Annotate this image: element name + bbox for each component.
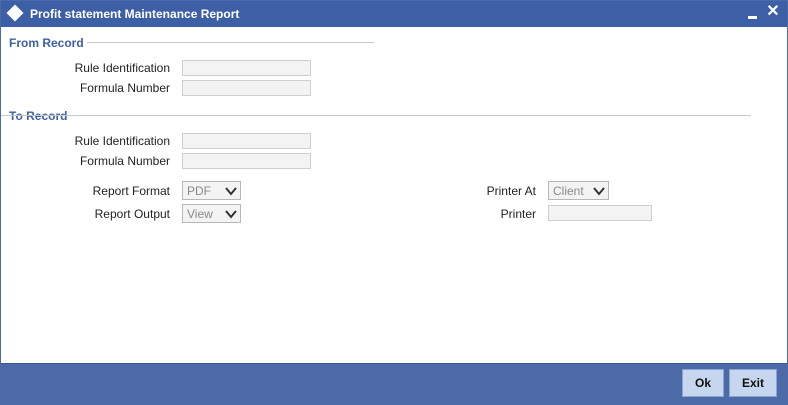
to-record-heading: To Record [9, 109, 68, 123]
report-format-value: PDF [187, 184, 211, 198]
minimize-button[interactable] [745, 4, 761, 22]
report-output-select[interactable]: View [182, 204, 241, 223]
to-rule-identification-field[interactable] [182, 133, 311, 149]
chevron-down-icon [225, 210, 237, 219]
from-record-divider [87, 42, 374, 43]
report-format-select[interactable]: PDF [182, 181, 241, 200]
chevron-down-icon [593, 187, 605, 196]
to-formula-number-field[interactable] [182, 153, 311, 169]
from-formula-number-label: Formula Number [79, 81, 170, 95]
to-record-divider [1, 115, 751, 116]
printer-at-label: Printer At [486, 184, 536, 198]
from-rule-identification-field[interactable] [182, 60, 311, 76]
footer-bar [1, 363, 787, 404]
report-format-label: Report Format [92, 184, 170, 198]
printer-at-value: Client [553, 184, 584, 198]
close-icon: ✕ [766, 3, 780, 20]
minimize-icon [748, 16, 757, 19]
to-rule-identification-label: Rule Identification [74, 134, 170, 148]
report-output-label: Report Output [94, 207, 170, 221]
printer-field[interactable] [548, 205, 652, 221]
chevron-down-icon [225, 187, 237, 196]
title-bar: Profit statement Maintenance Report ✕ [1, 1, 787, 27]
report-window: Profit statement Maintenance Report ✕ Fr… [0, 0, 788, 405]
ok-button[interactable]: Ok [682, 369, 724, 397]
diamond-icon [6, 4, 24, 22]
from-rule-identification-label: Rule Identification [74, 61, 170, 75]
window-title: Profit statement Maintenance Report [30, 7, 240, 21]
printer-label: Printer [500, 207, 536, 221]
report-output-value: View [187, 207, 213, 221]
from-record-heading: From Record [9, 36, 84, 50]
exit-button[interactable]: Exit [729, 369, 777, 397]
from-formula-number-field[interactable] [182, 80, 311, 96]
printer-at-select[interactable]: Client [548, 181, 609, 200]
to-formula-number-label: Formula Number [79, 154, 170, 168]
close-button[interactable]: ✕ [765, 4, 781, 22]
